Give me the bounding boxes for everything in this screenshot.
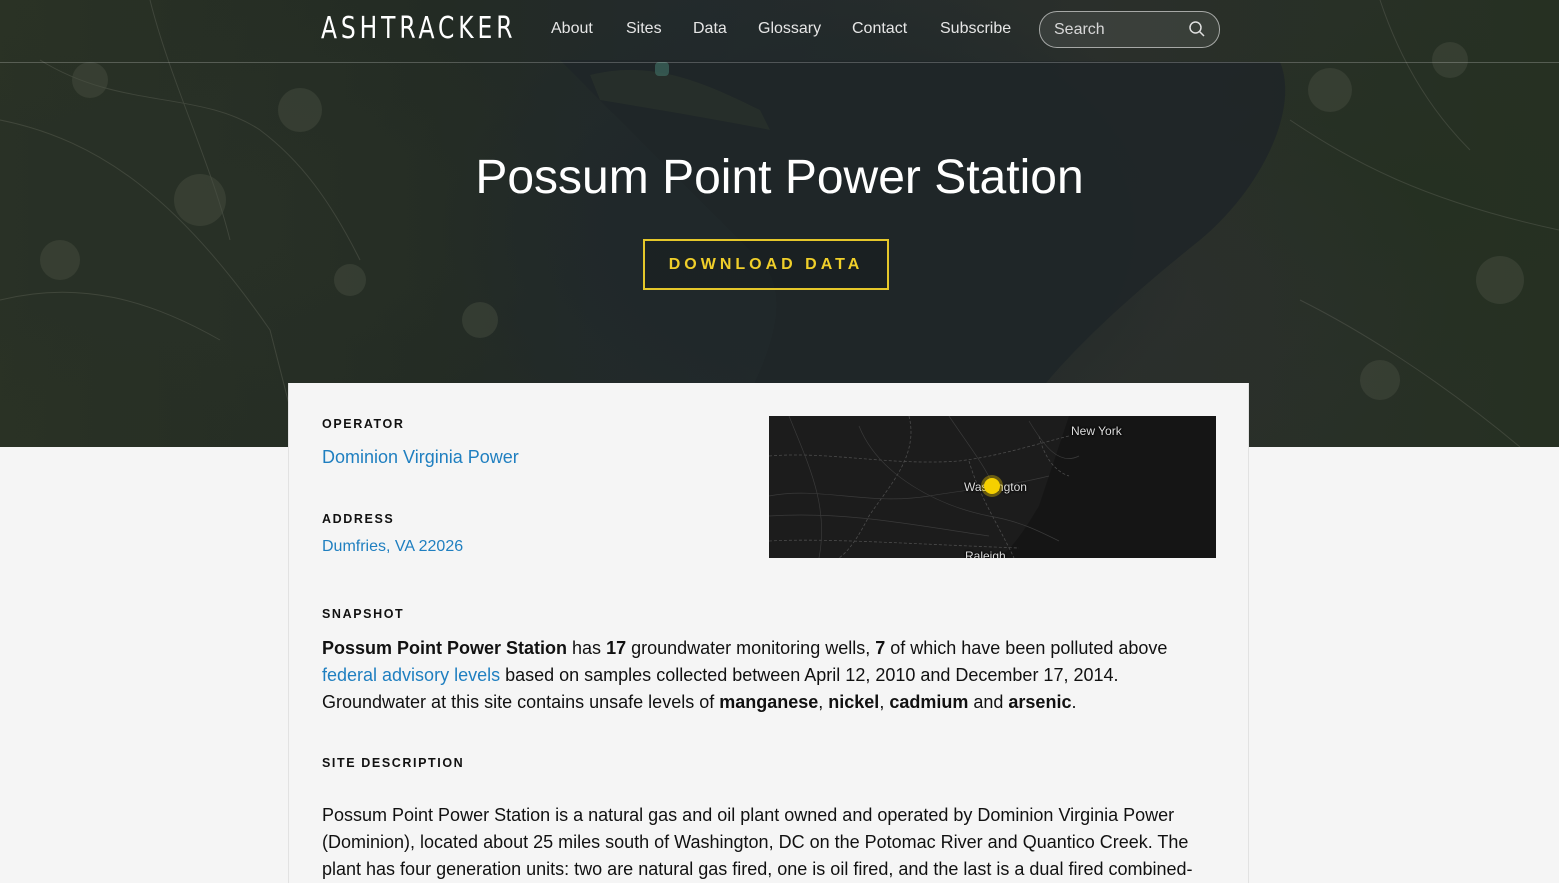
snapshot-text: Possum Point Power Station has 17 ground… — [322, 635, 1222, 716]
contaminant-arsenic: arsenic — [1008, 692, 1072, 712]
site-logo[interactable]: ASHTRACKER — [321, 11, 516, 46]
snapshot-polluted-count: 7 — [875, 638, 886, 658]
contaminant-manganese: manganese — [719, 692, 819, 712]
site-description-text: Possum Point Power Station is a natural … — [322, 805, 1193, 879]
snapshot-text-part: groundwater monitoring wells, — [626, 638, 876, 658]
operator-link[interactable]: Dominion Virginia Power — [322, 447, 519, 468]
download-data-button[interactable]: DOWNLOAD DATA — [643, 239, 889, 290]
hero-banner: ASHTRACKER About Sites Data Glossary Con… — [0, 0, 1559, 447]
site-location-marker[interactable] — [980, 474, 1004, 498]
snapshot-text-part: of which have been polluted above — [885, 638, 1168, 658]
federal-advisory-levels-link[interactable]: federal advisory levels — [322, 665, 500, 685]
search-box — [1039, 11, 1220, 48]
snapshot-separator: and — [968, 692, 1009, 712]
snapshot-separator: , — [818, 692, 829, 712]
site-details-card: OPERATOR Dominion Virginia Power ADDRESS… — [288, 383, 1249, 883]
contaminant-cadmium: cadmium — [889, 692, 969, 712]
page-title: Possum Point Power Station — [475, 151, 1084, 204]
search-input[interactable] — [1052, 19, 1186, 41]
top-navigation-bar: ASHTRACKER About Sites Data Glossary Con… — [0, 0, 1559, 63]
snapshot-well-count: 17 — [606, 638, 627, 658]
address-label: ADDRESS — [322, 512, 395, 526]
nav-about[interactable]: About — [551, 20, 593, 38]
location-map[interactable]: New York Washington Raleigh — [769, 416, 1216, 558]
nav-data[interactable]: Data — [693, 20, 727, 38]
nav-glossary[interactable]: Glossary — [758, 20, 821, 38]
nav-subscribe[interactable]: Subscribe — [940, 20, 1011, 38]
snapshot-end: . — [1071, 692, 1077, 712]
map-label-raleigh: Raleigh — [965, 549, 1006, 558]
map-label-new-york: New York — [1071, 424, 1122, 438]
snapshot-label: SNAPSHOT — [322, 607, 405, 621]
nav-contact[interactable]: Contact — [852, 20, 907, 38]
site-description-label: SITE DESCRIPTION — [322, 756, 465, 770]
snapshot-site-name: Possum Point Power Station — [322, 638, 568, 658]
snapshot-text-part: has — [567, 638, 607, 658]
search-icon[interactable] — [1188, 20, 1206, 38]
nav-sites[interactable]: Sites — [626, 20, 662, 38]
operator-label: OPERATOR — [322, 417, 405, 431]
address-link[interactable]: Dumfries, VA 22026 — [322, 538, 463, 556]
snapshot-separator: , — [879, 692, 890, 712]
satellite-background — [0, 0, 1559, 447]
contaminant-nickel: nickel — [828, 692, 880, 712]
